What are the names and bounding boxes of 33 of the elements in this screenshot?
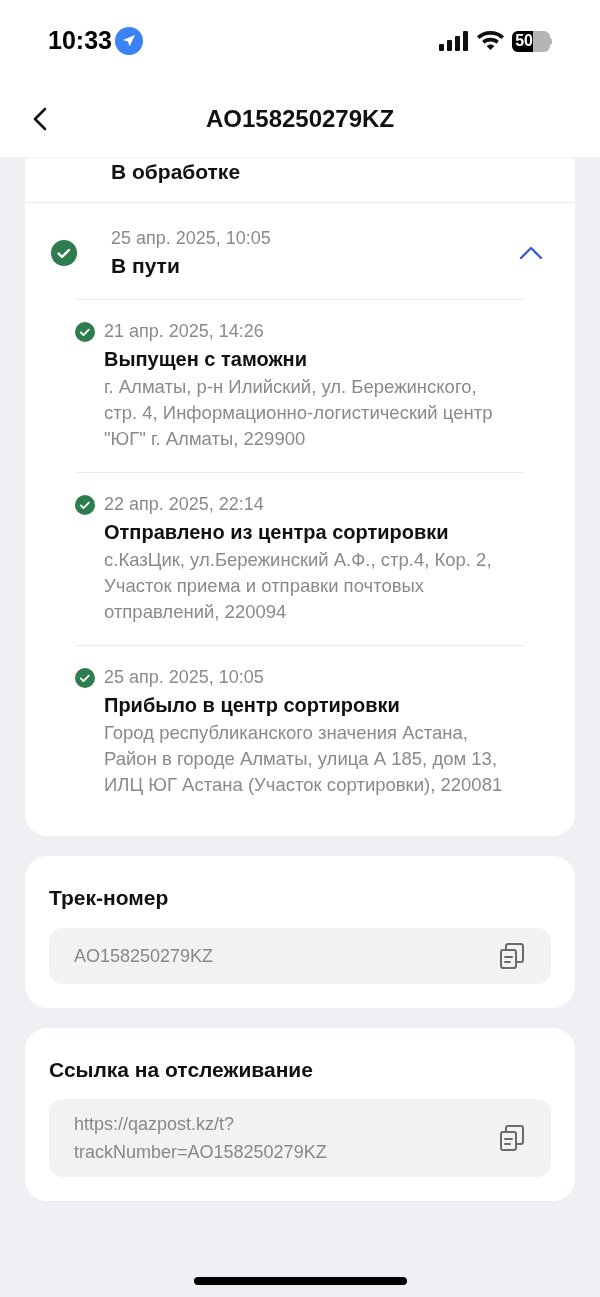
copy-icon[interactable] [499,941,525,970]
chevron-icon[interactable] [519,246,543,260]
status-row[interactable]: 25 апр. 2025, 10:05 В пути [25,203,575,299]
location-icon [114,27,143,55]
event-date: 25 апр. 2025, 10:05 [104,666,265,689]
copy-field[interactable]: https://qazpost.kz/t? trackNumber=AO158250279KZ [49,1099,551,1177]
status-date: 25 апр. 2025, 10:05 [111,227,272,250]
copy-field[interactable]: AO158250279KZ [49,927,551,984]
check-icon [75,322,95,342]
event-title: Прибыло в центр сортировки [104,693,401,718]
page-title: AO158250279KZ [205,103,395,134]
check-icon [75,495,95,515]
status-title: В обработке [111,159,241,185]
field-value: AO158250279KZ [74,944,214,968]
event-address: Город республиканского значения Астана, Район в городе Алматы, улица А 185, дом 13, ИЛЦ ЮГ Астана (Участок сортировки), 220081 [104,721,504,797]
status-title: В пути [111,253,181,279]
field-value: https://qazpost.kz/t? trackNumber=AO158250279KZ [74,1113,327,1164]
event-title: Выпущен с таможни [104,347,308,372]
event-address: с.КазЦик, ул.Бережинский А.Ф., стр.4, Кор. 2, Участок приема и отправки почтовых отправлений, 220094 [104,548,493,624]
wifi-icon [477,31,504,51]
back-icon[interactable] [32,105,48,132]
signal-icon [439,31,469,51]
check-icon [75,668,95,688]
event-address: г. Алматы, р-н Илийский, ул. Бережинского, стр. 4, Информационно-логистический центр "ЮГ" г. Алматы, 229900 [104,375,494,451]
event-date: 22 апр. 2025, 22:14 [104,493,265,516]
card-title: Трек-номер [49,885,170,911]
status-time: 10:33 [48,25,112,57]
card-title: Ссылка на отслеживание [49,1056,314,1083]
event-date: 21 апр. 2025, 14:26 [104,320,265,343]
battery-indicator: 50 [512,30,552,52]
copy-icon[interactable] [499,1124,525,1152]
check-icon [51,240,77,266]
event-title: Отправлено из центра сортировки [104,520,450,545]
